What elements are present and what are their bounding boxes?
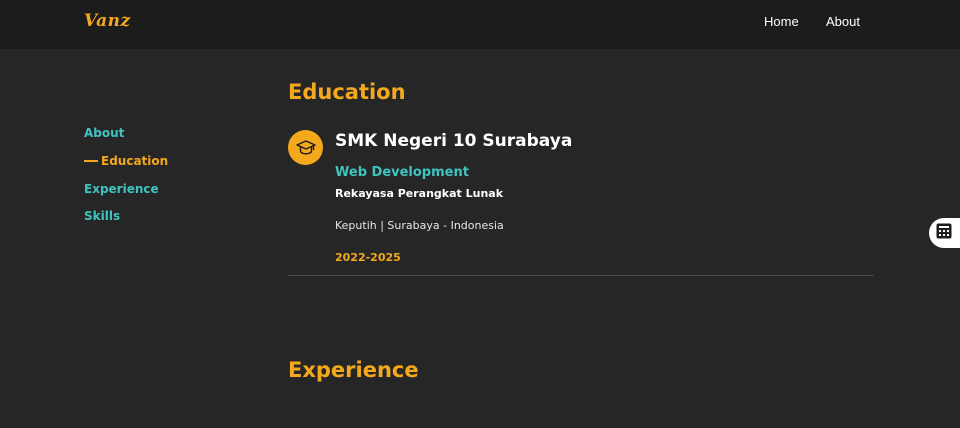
side-nav-item-about[interactable]: About <box>84 126 124 140</box>
education-years: 2022-2025 <box>335 251 401 264</box>
program-name: Rekayasa Perangkat Lunak <box>335 187 504 200</box>
experience-section-title: Experience <box>288 358 419 382</box>
top-navbar: Vanz Home About <box>0 0 960 49</box>
side-nav-item-education[interactable]: Education <box>84 154 168 168</box>
active-indicator-dash <box>84 159 98 162</box>
section-divider <box>288 275 874 276</box>
education-section-title: Education <box>288 80 406 104</box>
side-nav-item-experience[interactable]: Experience <box>84 182 159 196</box>
graduation-cap-icon <box>288 130 323 165</box>
side-nav-item-label: Education <box>101 154 169 168</box>
school-location: Keputih | Surabaya - Indonesia <box>335 219 504 232</box>
floating-tool-button[interactable] <box>929 218 960 248</box>
major-name: Web Development <box>335 165 469 180</box>
site-logo[interactable]: Vanz <box>84 11 131 31</box>
side-nav-item-skills[interactable]: Skills <box>84 209 120 223</box>
nav-link-about[interactable]: About <box>826 14 860 29</box>
calculator-icon <box>936 223 952 243</box>
school-name: SMK Negeri 10 Surabaya <box>335 131 573 151</box>
nav-link-home[interactable]: Home <box>764 14 799 29</box>
